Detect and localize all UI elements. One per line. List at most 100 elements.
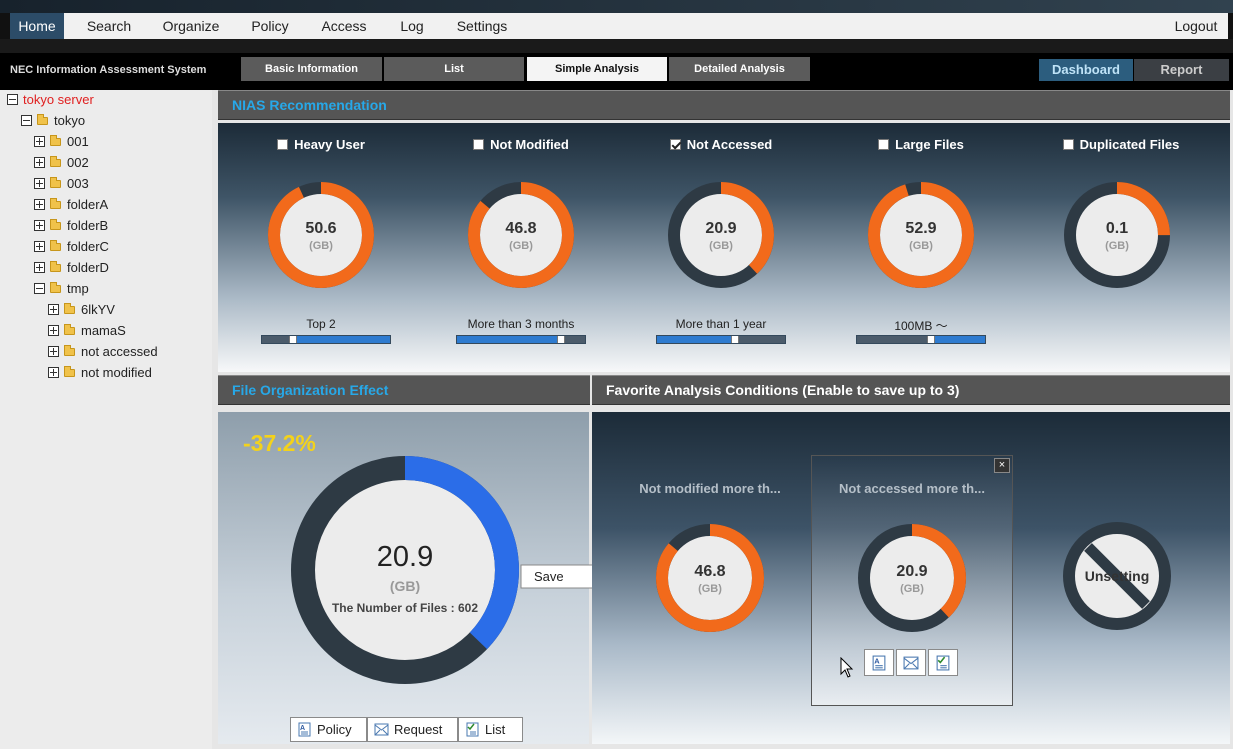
save-label: Save	[534, 569, 564, 584]
policy-doc-icon: A	[298, 722, 311, 737]
favorite-title-2[interactable]: Not accessed more th...	[812, 481, 1012, 496]
list-label: List	[485, 722, 506, 737]
tree-node-folder[interactable]: not accessed	[48, 343, 158, 361]
tile-checkbox-row[interactable]: Heavy User	[221, 137, 421, 152]
favorite-title-1[interactable]: Not modified more th...	[610, 481, 810, 496]
folder-icon	[50, 135, 61, 146]
tree-node-root[interactable]: tokyo server	[7, 91, 94, 109]
favorite-policy-button[interactable]: A	[864, 649, 894, 676]
tab-basic-information[interactable]: Basic Information	[241, 57, 382, 81]
favorite-list-button[interactable]	[928, 649, 958, 676]
tree-node-folder[interactable]: 6lkYV	[48, 301, 115, 319]
expand-icon[interactable]	[34, 199, 45, 210]
menu-home[interactable]: Home	[10, 13, 64, 39]
effect-value: 20.9	[376, 541, 434, 573]
expand-icon[interactable]	[34, 157, 45, 168]
slider-label: More than 3 months	[467, 317, 575, 331]
slider-fill	[931, 336, 985, 343]
checkbox[interactable]	[878, 139, 890, 150]
threshold-slider[interactable]	[856, 335, 986, 344]
favorite-donut-2[interactable]: 20.9 (GB)	[857, 523, 967, 633]
expand-icon[interactable]	[34, 220, 45, 231]
tab-report[interactable]: Report	[1134, 59, 1229, 81]
request-button[interactable]: Request	[367, 717, 458, 742]
threshold-slider[interactable]	[656, 335, 786, 344]
threshold-slider[interactable]	[456, 335, 586, 344]
slider-thumb[interactable]	[731, 336, 740, 343]
tile-checkbox-row[interactable]: Not Modified	[421, 137, 621, 152]
donut-value: 46.8	[694, 563, 726, 580]
recommendation-header: NIAS Recommendation	[218, 90, 1230, 120]
folder-icon	[64, 303, 75, 314]
tree-node-tokyo[interactable]: tokyo	[21, 112, 85, 130]
expand-icon[interactable]	[34, 241, 45, 252]
threshold-slider[interactable]	[261, 335, 391, 344]
folder-tree-sidebar: tokyo server tokyo 001 002 003 folderA f…	[0, 90, 212, 749]
tree-label: 001	[67, 134, 89, 149]
tile-checkbox-row[interactable]: Large Files	[821, 137, 1021, 152]
tile-checkbox-row[interactable]: Not Accessed	[621, 137, 821, 152]
tab-detailed-analysis[interactable]: Detailed Analysis	[669, 57, 810, 81]
expand-icon[interactable]	[48, 367, 59, 378]
tile-checkbox-row[interactable]: Duplicated Files	[1021, 137, 1221, 152]
menu-log[interactable]: Log	[396, 13, 428, 39]
collapse-icon[interactable]	[34, 283, 45, 294]
expand-icon[interactable]	[34, 178, 45, 189]
favorite-donut-1[interactable]: 46.8 (GB)	[655, 523, 765, 633]
menu-policy[interactable]: Policy	[244, 13, 296, 39]
donut-chart: 46.8 (GB)	[467, 181, 575, 289]
menu-organize[interactable]: Organize	[158, 13, 224, 39]
donut-unit: (GB)	[709, 240, 733, 252]
checkbox[interactable]	[669, 139, 681, 150]
mouse-cursor-icon	[840, 657, 854, 678]
tree-node-folder[interactable]: not modified	[48, 364, 152, 382]
menu-access[interactable]: Access	[316, 13, 372, 39]
tree-label: tmp	[67, 281, 89, 296]
tree-node-folder[interactable]: 001	[34, 133, 89, 151]
policy-doc-icon: A	[872, 655, 886, 671]
close-button[interactable]: ×	[994, 458, 1010, 473]
request-label: Request	[394, 722, 443, 737]
list-button[interactable]: List	[458, 717, 523, 742]
effect-donut-chart: 20.9 (GB) The Number of Files : 602	[290, 455, 520, 685]
tree-node-folder[interactable]: mamaS	[48, 322, 126, 340]
folder-icon	[64, 366, 75, 377]
collapse-icon[interactable]	[21, 115, 32, 126]
slider-thumb[interactable]	[288, 336, 297, 343]
effect-header: File Organization Effect	[218, 375, 590, 405]
favorite-request-button[interactable]	[896, 649, 926, 676]
unset-slot[interactable]: Unsetting	[1062, 521, 1172, 631]
expand-icon[interactable]	[34, 136, 45, 147]
expand-icon[interactable]	[48, 304, 59, 315]
expand-icon[interactable]	[34, 262, 45, 273]
tree-node-tmp[interactable]: tmp	[34, 280, 89, 298]
tree-node-folder[interactable]: folderB	[34, 217, 108, 235]
tree-label: folderC	[67, 239, 109, 254]
slider-thumb[interactable]	[927, 336, 936, 343]
tree-label: 003	[67, 176, 89, 191]
expand-icon[interactable]	[48, 325, 59, 336]
tree-label: folderD	[67, 260, 109, 275]
tree-node-folder[interactable]: 002	[34, 154, 89, 172]
tab-simple-analysis[interactable]: Simple Analysis	[527, 57, 667, 81]
tab-dashboard[interactable]: Dashboard	[1039, 59, 1133, 81]
policy-button[interactable]: A Policy	[290, 717, 367, 742]
request-mail-icon	[374, 723, 389, 736]
tree-node-folder[interactable]: folderA	[34, 196, 108, 214]
tree-label: folderA	[67, 197, 109, 212]
tree-node-folder[interactable]: folderD	[34, 259, 109, 277]
tree-node-folder[interactable]: folderC	[34, 238, 109, 256]
donut-value: 52.9	[905, 220, 937, 237]
tree-label: mamaS	[81, 323, 126, 338]
logout-link[interactable]: Logout	[1170, 13, 1222, 39]
expand-icon[interactable]	[48, 346, 59, 357]
tree-node-folder[interactable]: 003	[34, 175, 89, 193]
slider-thumb[interactable]	[556, 336, 565, 343]
checkbox[interactable]	[277, 139, 289, 150]
tab-list[interactable]: List	[384, 57, 524, 81]
checkbox[interactable]	[473, 139, 485, 150]
checkbox[interactable]	[1062, 139, 1074, 150]
menu-settings[interactable]: Settings	[452, 13, 512, 39]
menu-search[interactable]: Search	[80, 13, 138, 39]
collapse-icon[interactable]	[7, 94, 18, 105]
